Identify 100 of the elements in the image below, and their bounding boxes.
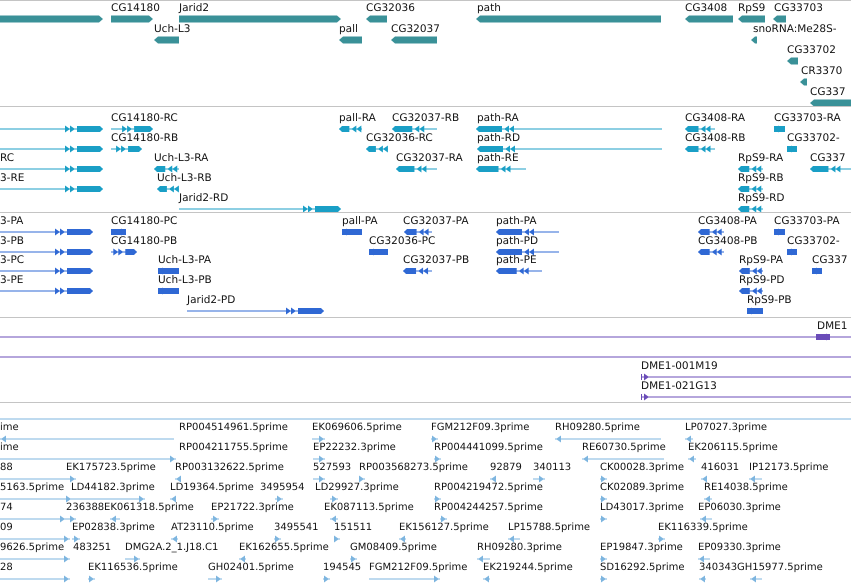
feature-label: Jarid2-RD <box>179 192 228 204</box>
feature-label: RE60730.5prime <box>582 442 666 454</box>
feature-label: EK069606.5prime <box>312 422 402 434</box>
feature-label: RP004219472.5prime <box>434 482 543 494</box>
feature-label: path-PD <box>496 234 538 247</box>
feature-label: Uch-L3-PB <box>158 274 212 286</box>
feature-label: Uch-L3-RA <box>154 152 208 164</box>
feature-label: CG3408-RA <box>685 112 746 124</box>
feature-label: DMG2A.2_1.J18.C1 <box>125 542 218 554</box>
feature-label: RH09280.5prime <box>555 422 640 434</box>
feature-label: 74 <box>0 502 13 514</box>
feature-label: EK116536.5prime <box>88 562 178 574</box>
feature-label: CG32037-RB <box>392 112 460 124</box>
feature-label: IP12173.5prime <box>749 462 828 474</box>
feature-label: CG14180 <box>111 2 160 14</box>
feature-label: CG14180-RC <box>111 112 178 124</box>
feature-label: pall-PA <box>342 215 378 227</box>
feature-label: path-PE <box>496 254 537 266</box>
feature-label: DME1 <box>817 320 848 332</box>
feature-label: RP003568273.5prime <box>359 462 468 474</box>
feature-label: EP06030.3prime <box>698 502 781 514</box>
feature-label: FGM212F09.5prime <box>369 562 468 574</box>
feature-label: LD43017.3prime <box>600 502 684 514</box>
feature-label: CG3408-PA <box>698 215 757 227</box>
feature-label: RE14038.5prime <box>704 482 788 494</box>
feature-label: 3495541 <box>274 522 319 534</box>
feature-label: 92879 <box>490 462 522 474</box>
feature-label: EK206115.5prime <box>688 442 778 454</box>
feature-label: 9626.5prime <box>0 542 64 554</box>
feature-label: CG32036-RC <box>366 132 433 144</box>
feature-label: CG33702- <box>787 234 840 247</box>
feature-label: CG3408-PB <box>698 234 758 247</box>
feature-label: RP004244257.5prime <box>434 502 543 514</box>
feature-label: RpS9-RD <box>738 192 784 204</box>
feature-label: path-RE <box>477 152 519 164</box>
feature-label: CG33703-PA <box>774 215 840 227</box>
feature-label: 28 <box>0 562 13 574</box>
feature-label: EK219244.5prime <box>483 562 573 574</box>
feature-label: 527593 <box>313 462 352 474</box>
feature-label: RpS9-RB <box>738 172 784 184</box>
feature-label: CG32037-PB <box>403 254 470 266</box>
feature-label: RP003132622.5prime <box>175 462 284 474</box>
feature-label: 236388 <box>66 502 104 514</box>
feature-label: 5163.5prime <box>0 482 64 494</box>
feature-label: EK175723.5prime <box>66 462 156 474</box>
feature-label: CG32037 <box>391 23 440 35</box>
feature-label: RpS9-PA <box>739 254 783 266</box>
feature-label: RP004514961.5prime <box>179 422 288 434</box>
feature-label: pall <box>339 23 358 35</box>
feature-label: CG32036 <box>366 2 415 14</box>
feature-label: GH15977.5prime <box>737 562 823 574</box>
feature-label: CG3408 <box>685 2 728 14</box>
feature-label: CG337 <box>810 152 846 164</box>
feature-label: EK087113.5prime <box>324 502 414 514</box>
feature-label: EK162655.5prime <box>239 542 329 554</box>
feature-label: ime <box>0 422 19 434</box>
feature-label: CG32037-PA <box>403 215 469 227</box>
feature-label: 3-PB <box>0 234 24 247</box>
feature-label: ime <box>0 442 19 454</box>
feature-label: EK116339.5prime <box>658 522 748 534</box>
feature-label: 3-PE <box>0 274 24 286</box>
feature-label: CG33702 <box>787 44 836 56</box>
feature-label: RH09280.3prime <box>477 542 562 554</box>
feature-label: LD29927.3prime <box>315 482 399 494</box>
feature-label: EP09330.3prime <box>698 542 781 554</box>
feature-label: EK156127.5prime <box>399 522 489 534</box>
feature-label: LD44182.3prime <box>71 482 155 494</box>
feature-label: FGM212F09.3prime <box>431 422 530 434</box>
feature-label: DME1-001M19 <box>641 360 718 372</box>
feature-label: LP07027.3prime <box>685 422 768 434</box>
feature-label: 416031 <box>701 462 740 474</box>
feature-label: 483251 <box>73 542 112 554</box>
feature-label: RP004441099.5prime <box>434 442 543 454</box>
feature-label: Jarid2 <box>179 2 210 14</box>
feature-label: path-RA <box>477 112 519 124</box>
feature-label: 3-PA <box>0 215 24 227</box>
feature-label: Uch-L3-RB <box>157 172 212 184</box>
feature-label: CG33703-RA <box>774 112 841 124</box>
feature-label: CK00028.3prime <box>600 462 684 474</box>
feature-label: LP15788.5prime <box>508 522 590 534</box>
feature-label: CG337 <box>810 86 846 98</box>
feature-label: EP02838.3prime <box>72 522 155 534</box>
feature-label: CG33703 <box>774 2 823 14</box>
feature-label: 09 <box>0 522 13 534</box>
feature-label: RpS9-RA <box>738 152 784 164</box>
feature-label: RP004211755.5prime <box>179 442 288 454</box>
feature-label: GH02401.5prime <box>208 562 294 574</box>
feature-label: CG337 <box>812 254 848 266</box>
feature-label: AT23110.5prime <box>171 522 254 534</box>
feature-label: CR3370 <box>801 65 842 77</box>
feature-label: Uch-L3-PA <box>158 254 212 266</box>
feature-label: GM08409.5prime <box>350 542 437 554</box>
feature-label: CG14180-PB <box>111 234 178 247</box>
feature-label: 151511 <box>334 522 372 534</box>
feature-label: CG14180-PC <box>111 215 178 227</box>
feature-label: DME1-021G13 <box>641 380 717 392</box>
feature-label: SD16292.5prime <box>600 562 685 574</box>
feature-label: RC <box>0 152 14 164</box>
feature-label: path-RD <box>477 132 520 144</box>
feature-label: CG33702- <box>787 132 840 144</box>
